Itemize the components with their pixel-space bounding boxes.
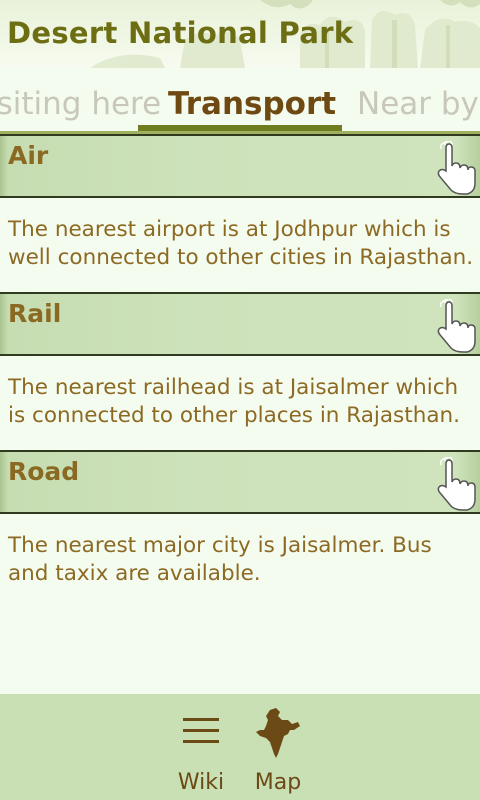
india-map-icon [256, 708, 300, 758]
map-button[interactable]: Map [238, 694, 318, 800]
app-header: Desert National Park [0, 0, 480, 68]
tap-hand-icon [437, 141, 476, 195]
section-title-rail: Rail [8, 299, 62, 328]
menu-lines-icon [183, 718, 219, 743]
tab-visiting-here[interactable]: isiting here [0, 86, 161, 122]
section-header-rail[interactable]: Rail [0, 292, 480, 356]
map-label: Map [254, 770, 302, 795]
bottom-action-bar: Wiki Map [0, 694, 480, 800]
tab-near-by[interactable]: Near by [357, 86, 479, 122]
app-title: Desert National Park [7, 16, 354, 50]
section-text-road: The nearest major city is Jaisalmer. Bus… [8, 533, 432, 586]
tap-hand-icon [437, 299, 476, 353]
transport-content: Air The nearest airport is at Jodhpur wh… [0, 134, 480, 694]
section-text-air: The nearest airport is at Jodhpur which … [8, 217, 474, 270]
tab-strip: isiting here Transport Near by [0, 68, 480, 134]
wiki-button[interactable]: Wiki [161, 694, 241, 800]
section-header-road[interactable]: Road [0, 450, 480, 514]
section-text-rail: The nearest railhead is at Jaisalmer whi… [8, 375, 460, 428]
section-header-air[interactable]: Air [0, 134, 480, 198]
wiki-label: Wiki [177, 770, 225, 795]
section-title-air: Air [8, 141, 49, 170]
tap-hand-icon [437, 457, 476, 511]
tab-transport[interactable]: Transport [168, 86, 336, 122]
section-title-road: Road [8, 457, 80, 486]
